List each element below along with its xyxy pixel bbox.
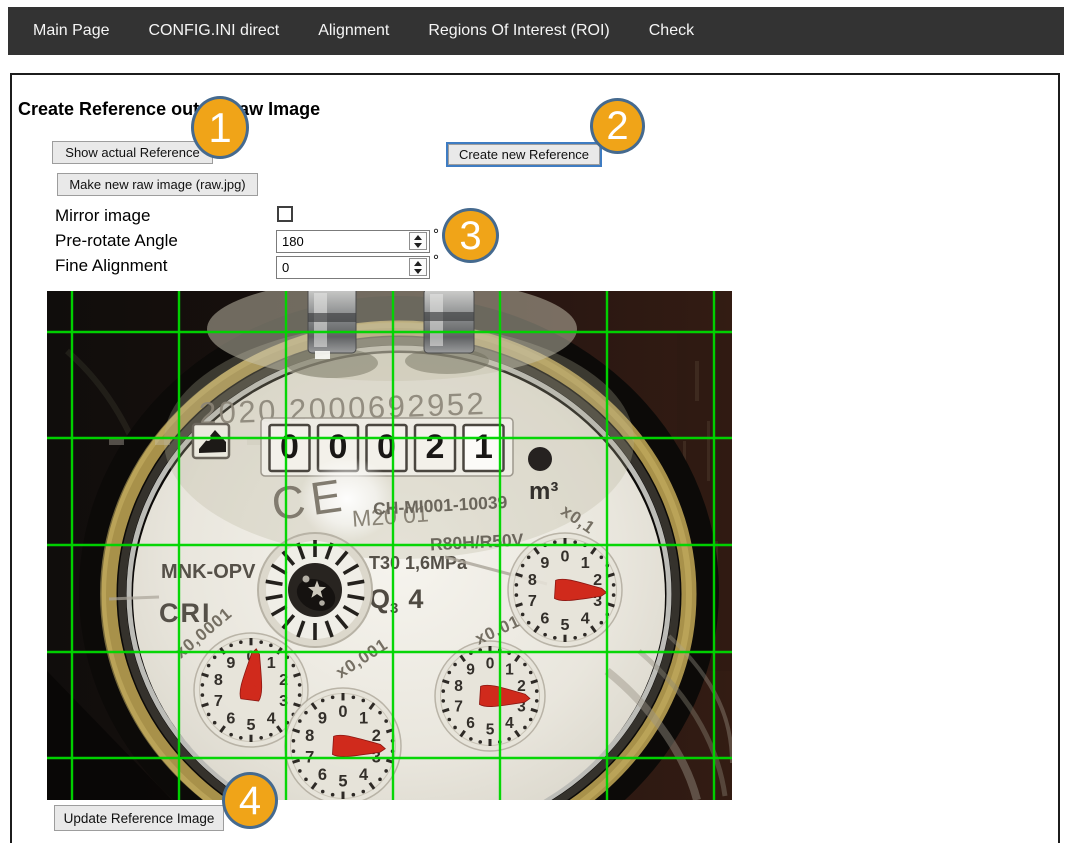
nav-main-page[interactable]: Main Page <box>33 22 110 40</box>
embossed-tab <box>109 439 124 445</box>
dial-number: 5 <box>486 721 495 738</box>
dial-number: 6 <box>540 609 549 627</box>
dial-number: 4 <box>505 715 514 732</box>
odometer: 00021 <box>270 425 504 471</box>
nav-roi[interactable]: Regions Of Interest (ROI) <box>428 22 609 40</box>
embossed-tab <box>247 439 262 445</box>
impeller-star-wheel <box>258 533 372 647</box>
create-new-reference-button[interactable]: Create new Reference <box>448 144 600 165</box>
dial-number: 5 <box>561 616 570 634</box>
nav-config-ini[interactable]: CONFIG.INI direct <box>149 22 280 40</box>
dial-number: 8 <box>528 571 537 589</box>
navbar: Main Page CONFIG.INI direct Alignment Re… <box>8 7 1064 55</box>
mirror-image-label: Mirror image <box>55 206 150 226</box>
prerotate-angle-field <box>276 230 430 253</box>
marking-brand: MNK-OPV <box>161 561 256 583</box>
spinner-down-icon[interactable] <box>414 243 422 248</box>
dial-number: 9 <box>540 554 549 572</box>
dial-number: 0 <box>486 655 495 672</box>
fine-alignment-spinner[interactable] <box>409 258 427 276</box>
dial-number: 9 <box>226 654 235 672</box>
dial-number: 7 <box>528 592 537 610</box>
prerotate-angle-label: Pre-rotate Angle <box>55 231 178 251</box>
dial-number: 5 <box>247 716 256 734</box>
meter-logo <box>193 424 229 458</box>
dial-number: 7 <box>454 699 463 716</box>
marking-ce: CE <box>268 468 350 530</box>
fine-alignment-input[interactable] <box>277 257 400 277</box>
make-new-raw-image-button[interactable]: Make new raw image (raw.jpg) <box>57 173 258 196</box>
dial-number: 7 <box>214 692 223 710</box>
dial-number: 6 <box>226 709 235 727</box>
dial-number: 9 <box>466 662 475 679</box>
callout-4-number: 4 <box>239 781 261 821</box>
fine-alignment-degree-unit: ° <box>433 252 439 269</box>
dial-number: 4 <box>267 709 276 727</box>
update-reference-image-button[interactable]: Update Reference Image <box>54 805 224 831</box>
dial-number: 1 <box>267 654 276 672</box>
prerotate-spinner[interactable] <box>409 232 427 250</box>
prerotate-angle-input[interactable] <box>277 231 400 251</box>
callout-2-number: 2 <box>606 106 628 146</box>
dial-number: 8 <box>305 727 314 745</box>
dial-number: 1 <box>505 662 514 679</box>
odometer-digit: 1 <box>474 428 493 466</box>
callout-2: 2 <box>590 98 645 154</box>
spinner-up-icon[interactable] <box>414 261 422 266</box>
dial-number: 9 <box>318 709 327 727</box>
nav-alignment[interactable]: Alignment <box>318 22 389 40</box>
dial-number: 6 <box>318 766 327 784</box>
dial-number: 4 <box>359 766 369 784</box>
callout-1: 1 <box>191 96 249 159</box>
dial-number: 1 <box>581 554 590 572</box>
marking-temp-pressure: T30 1,6MPa <box>369 553 468 573</box>
callout-1-number: 1 <box>208 107 231 149</box>
page-title: Create Reference out of Raw Image <box>18 99 320 120</box>
dial-number: 8 <box>214 671 223 689</box>
odometer-dot <box>528 447 552 471</box>
odometer-digit: 0 <box>280 428 299 466</box>
dial-number: 0 <box>561 547 570 565</box>
embossed-tab <box>155 439 170 445</box>
texture-streak <box>695 361 699 401</box>
mirror-image-checkbox[interactable] <box>277 206 293 222</box>
show-actual-reference-button[interactable]: Show actual Reference <box>52 141 213 164</box>
dial-number: 0 <box>338 703 347 721</box>
nav-check[interactable]: Check <box>649 22 694 40</box>
dial-number: 8 <box>454 678 463 695</box>
odometer-digit: 2 <box>426 428 445 466</box>
callout-3-number: 3 <box>459 216 481 256</box>
callout-4: 4 <box>222 772 278 829</box>
reference-image: 2020 2000692952 00021 m³ CE M20 01 CH-MI… <box>47 291 732 800</box>
dial-number: 1 <box>359 709 368 727</box>
prerotate-degree-unit: ° <box>433 226 439 243</box>
spinner-down-icon[interactable] <box>414 269 422 274</box>
callout-3: 3 <box>442 208 499 263</box>
spinner-up-icon[interactable] <box>414 235 422 240</box>
fine-alignment-field <box>276 256 430 279</box>
dial-number: 4 <box>581 609 590 627</box>
page: Main Page CONFIG.INI direct Alignment Re… <box>0 0 1072 843</box>
dial-number: 6 <box>466 715 475 732</box>
dial-number: 5 <box>338 773 347 791</box>
texture-streak <box>707 421 710 481</box>
fine-alignment-label: Fine Alignment <box>55 256 167 276</box>
meter-unit: m³ <box>529 478 558 505</box>
